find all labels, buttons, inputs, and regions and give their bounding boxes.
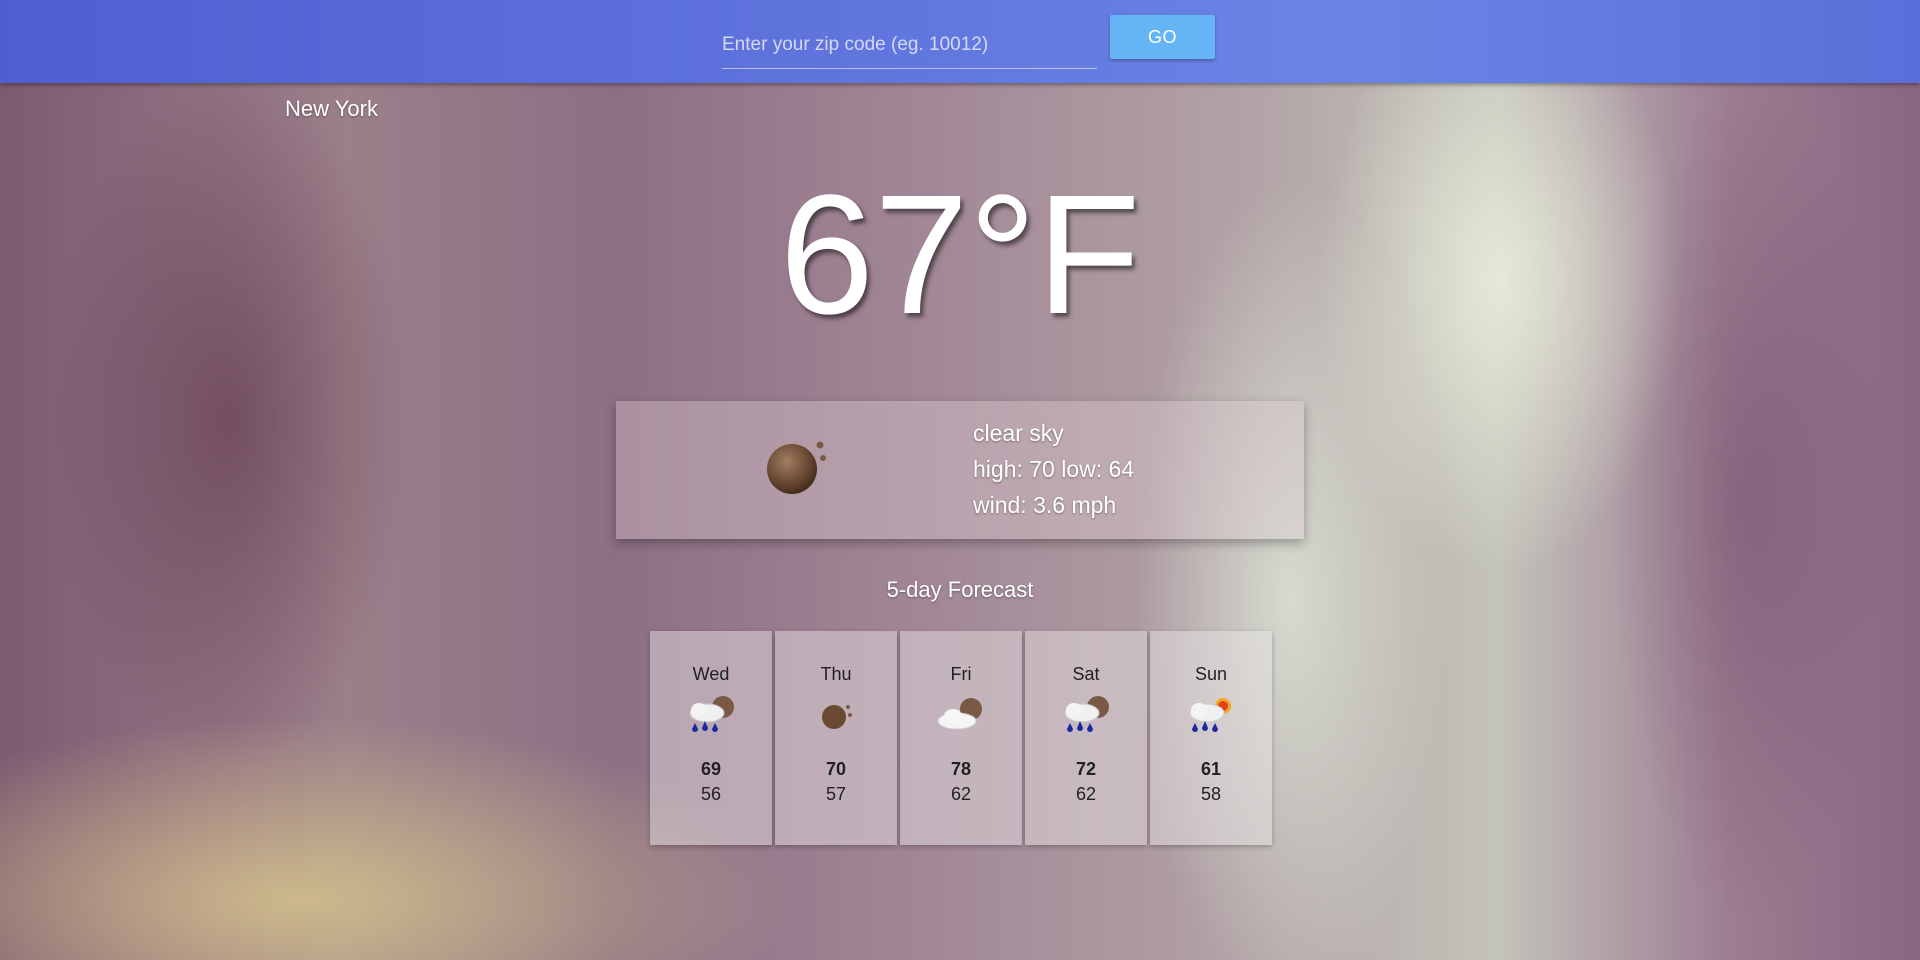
forecast-day-name: Wed [692, 664, 730, 684]
forecast-high: 72 [1075, 759, 1097, 779]
forecast-day-card: Sat 72 62 [1025, 631, 1147, 845]
forecast-day-card: Sun 61 58 [1150, 631, 1272, 845]
go-button[interactable]: GO [1110, 15, 1215, 59]
forecast-low: 57 [825, 784, 847, 804]
forecast-day-name: Sat [1072, 664, 1100, 684]
night-cloud-icon [937, 698, 982, 730]
search-header: GO [0, 0, 1920, 83]
high-low-temperature: high: 70 low: 64 [973, 456, 1135, 482]
night-rain-icon [689, 696, 734, 732]
forecast-day-card: Wed 69 56 [650, 631, 772, 845]
city-name: New York [285, 96, 378, 121]
forecast-high: 61 [1200, 759, 1222, 779]
weather-description: clear sky [973, 420, 1064, 446]
forecast-high: 69 [700, 759, 722, 779]
current-conditions-card: clear sky high: 70 low: 64 wind: 3.6 mph [616, 401, 1304, 539]
forecast-low: 58 [1200, 784, 1222, 804]
wind-speed: wind: 3.6 mph [973, 492, 1117, 518]
moon-icon [767, 441, 826, 494]
zip-code-input[interactable] [722, 22, 1097, 69]
current-temperature: 67°F [779, 160, 1141, 350]
forecast-list: Wed 69 56 Thu 70 57 Fri 78 62 Sat 72 62 … [650, 631, 1272, 845]
moon-icon [822, 705, 852, 729]
forecast-day-name: Sun [1194, 664, 1228, 684]
forecast-low: 56 [700, 784, 722, 804]
forecast-low: 62 [1075, 784, 1097, 804]
forecast-day-card: Thu 70 57 [775, 631, 897, 845]
forecast-title: 5-day Forecast [886, 577, 1034, 602]
forecast-day-name: Thu [820, 664, 852, 684]
forecast-high: 78 [950, 759, 972, 779]
forecast-high: 70 [825, 759, 847, 779]
forecast-low: 62 [950, 784, 972, 804]
forecast-day-name: Fri [950, 664, 972, 684]
forecast-day-card: Fri 78 62 [900, 631, 1022, 845]
day-rain-icon [1189, 698, 1231, 732]
night-rain-icon [1064, 696, 1109, 732]
